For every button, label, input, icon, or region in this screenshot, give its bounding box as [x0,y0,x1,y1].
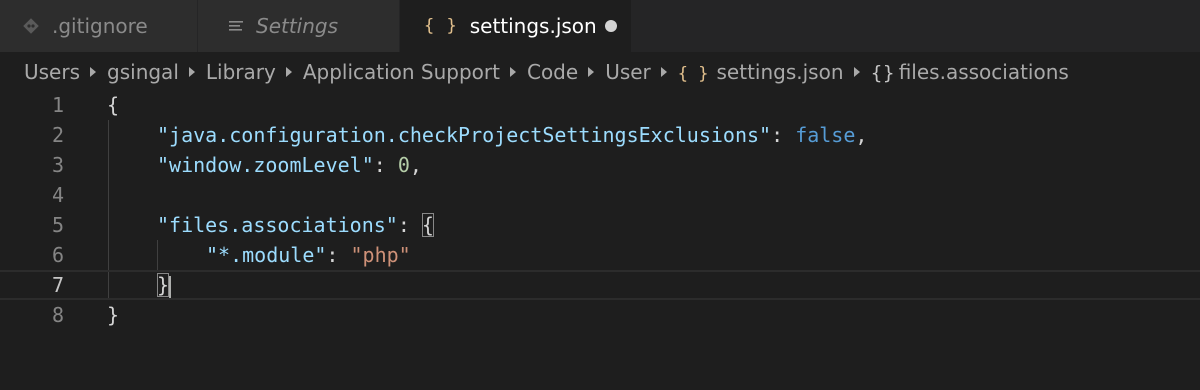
git-diamond-icon [22,17,40,35]
line-number: 1 [51,93,64,117]
code-line-6: 6 "*.module": "php" [0,240,1200,270]
matching-bracket-highlight: } [157,273,170,297]
line-number: 3 [51,153,64,177]
tab-label: settings.json [469,14,597,38]
line-content: "java.configuration.checkProjectSettings… [157,123,868,147]
line-content: } [157,272,172,298]
breadcrumb-item-users[interactable]: Users [24,60,80,84]
line-number: 7 [51,273,64,297]
line-content: { [107,93,120,117]
code-editor[interactable]: 1 { 2 "java.configuration.checkProjectSe… [0,90,1200,390]
tab-label: Settings [256,14,339,38]
tab-settings-json[interactable]: { } settings.json [400,0,632,52]
breadcrumb-separator-icon [188,67,195,77]
code-line-7-current: 7 } [0,270,1200,300]
breadcrumb-separator-icon [588,67,595,77]
code-line-1: 1 { [0,90,1200,120]
object-symbol-icon: {} [870,62,895,84]
code-line-4: 4 [0,180,1200,210]
breadcrumb-item-symbol[interactable]: {} files.associations [871,60,1069,84]
editor-tab-bar: .gitignore Settings { } settings.json [0,0,1200,52]
matching-bracket-highlight: { [421,213,434,237]
tab-gitignore[interactable]: .gitignore [0,0,198,52]
tab-label: .gitignore [52,14,148,38]
breadcrumb-item-file[interactable]: { } settings.json [678,60,844,84]
breadcrumb-symbol-label: files.associations [898,60,1069,84]
breadcrumb-separator-icon [285,67,292,77]
code-line-8: 8 } [0,300,1200,330]
text-cursor [169,275,172,298]
breadcrumb-separator-icon [509,67,516,77]
settings-lines-icon [228,18,244,34]
tab-settings[interactable]: Settings [198,0,400,52]
line-number: 2 [51,123,64,147]
breadcrumb-item-application-support[interactable]: Application Support [303,60,500,84]
line-number: 5 [51,213,64,237]
line-number: 8 [51,303,64,327]
breadcrumb-separator-icon [90,67,97,77]
breadcrumb: Users gsingal Library Application Suppor… [24,52,1069,92]
line-content: "files.associations": { [157,213,434,237]
code-line-3: 3 "window.zoomLevel": 0, [0,150,1200,180]
line-content: "*.module": "php" [206,243,411,267]
code-line-2: 2 "java.configuration.checkProjectSettin… [0,120,1200,150]
breadcrumb-file-label: settings.json [716,60,844,84]
breadcrumb-item-library[interactable]: Library [206,60,276,84]
code-line-5: 5 "files.associations": { [0,210,1200,240]
breadcrumb-separator-icon [660,67,667,77]
line-content: } [107,303,120,327]
unsaved-dot-icon[interactable] [605,20,617,32]
json-braces-icon: { } [677,64,709,84]
json-braces-icon: { } [424,16,458,36]
line-number: 4 [51,183,64,207]
breadcrumb-item-gsingal[interactable]: gsingal [107,60,179,84]
line-content: "window.zoomLevel": 0, [157,153,422,177]
line-number: 6 [51,243,64,267]
breadcrumb-separator-icon [853,67,860,77]
breadcrumb-item-code[interactable]: Code [527,60,578,84]
breadcrumb-item-user[interactable]: User [605,60,651,84]
